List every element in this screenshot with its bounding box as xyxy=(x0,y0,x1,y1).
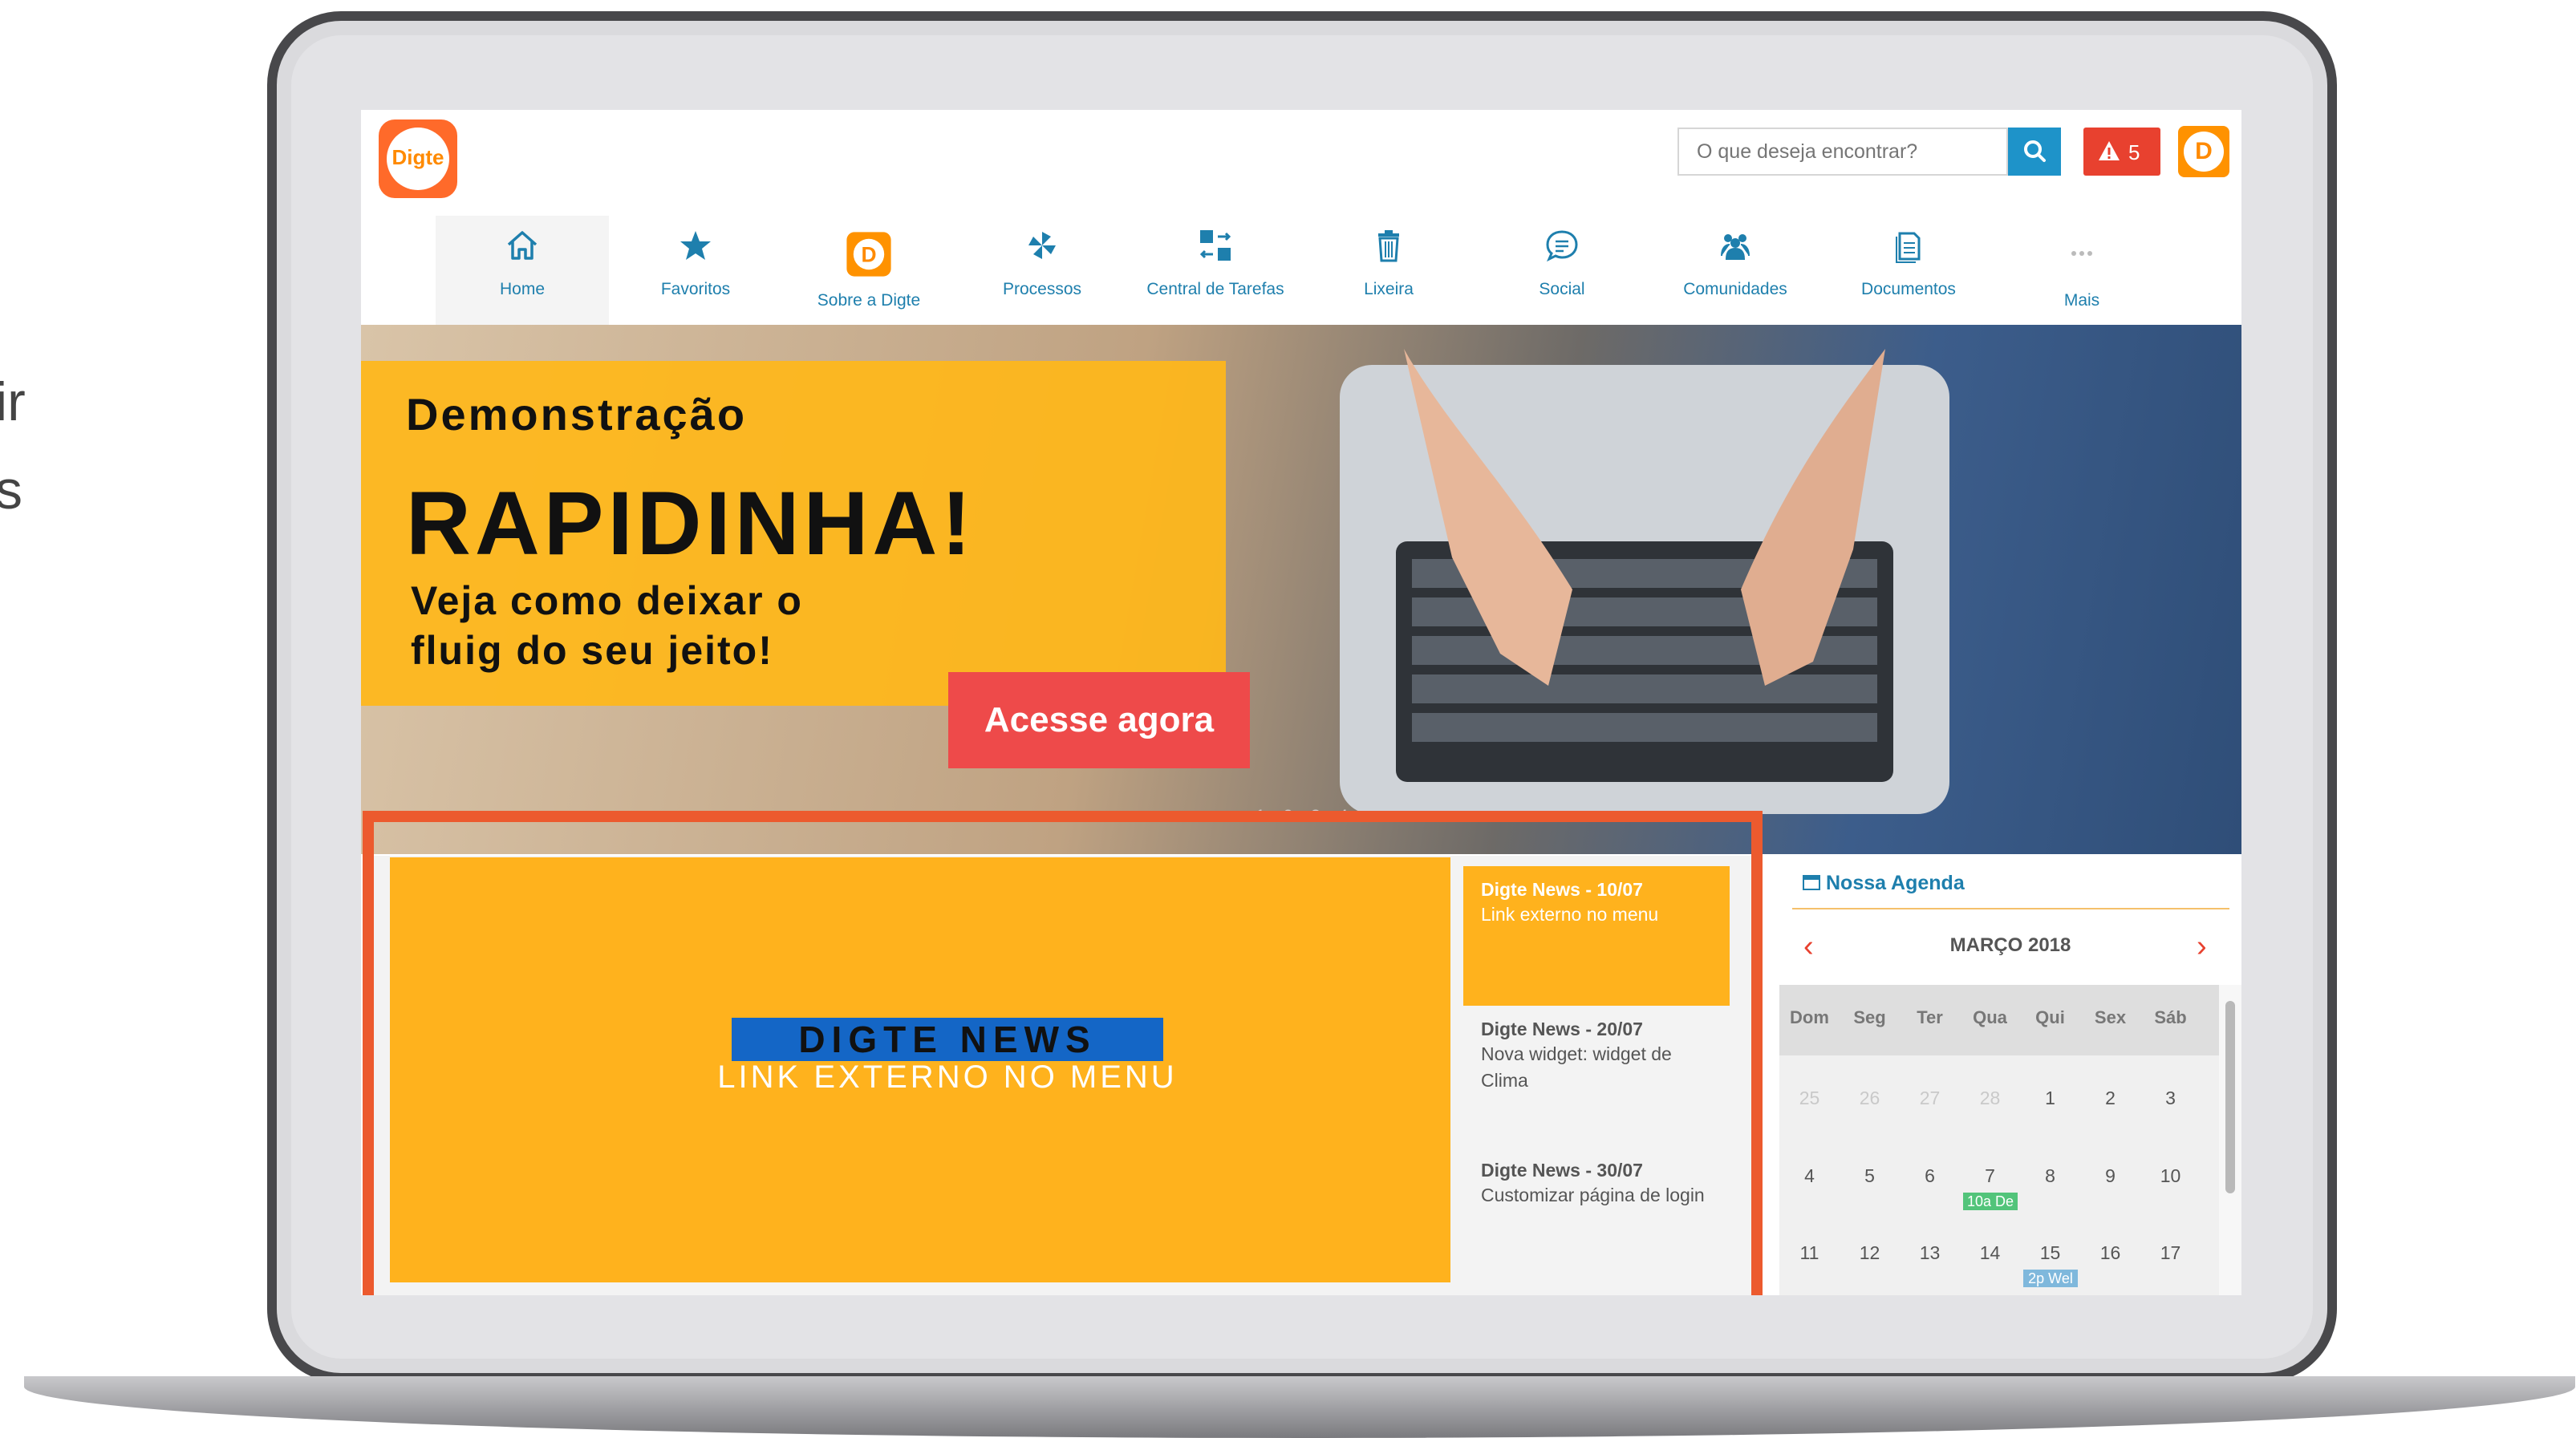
agenda-header: Nossa Agenda xyxy=(1802,872,1965,895)
calendar-day[interactable]: 6 xyxy=(1900,1165,1960,1187)
calendar-day[interactable]: 3 xyxy=(2140,1088,2201,1109)
search-input[interactable] xyxy=(1679,129,2006,174)
more-icon xyxy=(2071,251,2092,256)
nav-label-comunidades: Comunidades xyxy=(1683,280,1787,298)
calendar-day[interactable]: 17 xyxy=(2140,1242,2201,1264)
banner-kicker: Demonstração xyxy=(406,389,748,440)
calendar-day[interactable]: 9 xyxy=(2080,1165,2140,1187)
banner-line-2: fluig do seu jeito! xyxy=(411,628,773,673)
calendar-day[interactable]: 8 xyxy=(2020,1165,2080,1187)
calendar-day[interactable]: 7 xyxy=(1960,1165,2020,1187)
nav-item-lixeira[interactable]: Lixeira xyxy=(1302,216,1475,328)
search-box xyxy=(1677,128,2008,176)
weekday-label: Ter xyxy=(1917,1007,1943,1027)
calendar-day[interactable]: 2 xyxy=(2080,1088,2140,1109)
calendar-day[interactable]: 11 xyxy=(1779,1242,1840,1264)
side-text-fragment-2: s xyxy=(0,460,22,521)
nav-item-home[interactable]: Home xyxy=(436,216,609,328)
calendar-day[interactable]: 28 xyxy=(1960,1088,2020,1109)
chevron-left-icon[interactable]: ‹ xyxy=(1803,930,1814,964)
calendar-day[interactable]: 25 xyxy=(1779,1088,1840,1109)
calendar-weekday-row: Dom Seg Ter Qua Qui Sex Sáb xyxy=(1779,985,2219,1055)
calendar-scrollbar[interactable] xyxy=(2219,985,2241,1295)
search-icon xyxy=(2024,140,2046,162)
scrollbar-thumb[interactable] xyxy=(2225,1001,2235,1193)
digte-logo-icon: D xyxy=(846,232,891,277)
highlight-frame xyxy=(363,811,1763,1295)
main-navigation: Home Favoritos D Sobre a Digte Processos… xyxy=(436,216,2176,328)
calendar-icon xyxy=(1803,875,1820,890)
agenda-divider xyxy=(1792,908,2229,909)
agenda-widget: Nossa Agenda MARÇO 2018 ‹ › Dom Seg Ter … xyxy=(1779,856,2241,1295)
nav-label-processos: Processos xyxy=(1002,280,1082,298)
nav-item-sobre[interactable]: D Sobre a Digte xyxy=(782,216,955,328)
chevron-right-icon[interactable]: › xyxy=(2197,930,2207,964)
processes-icon xyxy=(1028,232,1056,259)
calendar-day[interactable]: 15 xyxy=(2020,1242,2080,1264)
alert-count: 5 xyxy=(2128,140,2140,164)
weekday-label: Qui xyxy=(2035,1007,2065,1027)
nav-label-sobre: Sobre a Digte xyxy=(817,291,921,310)
nav-label-favoritos: Favoritos xyxy=(660,280,731,298)
nav-label-mais: Mais xyxy=(2063,291,2100,310)
alerts-button[interactable]: 5 xyxy=(2083,128,2160,176)
calendar-day[interactable]: 13 xyxy=(1900,1242,1960,1264)
banner-cta-button[interactable]: Acesse agora xyxy=(948,672,1250,768)
hero-banner[interactable]: Demonstração RAPIDINHA! Veja como deixar… xyxy=(361,325,2241,854)
banner-line-1: Veja como deixar o xyxy=(411,578,803,623)
weekday-label: Sex xyxy=(2094,1007,2127,1027)
chat-icon xyxy=(1546,230,1578,262)
digte-logo[interactable]: Digte xyxy=(379,119,457,198)
calendar-day[interactable]: 10 xyxy=(2140,1165,2201,1187)
trash-icon xyxy=(1378,230,1399,262)
nav-item-social[interactable]: Social xyxy=(1475,216,1649,328)
user-avatar[interactable]: D xyxy=(2178,126,2229,177)
community-icon xyxy=(1721,234,1750,260)
calendar-day[interactable]: 16 xyxy=(2080,1242,2140,1264)
calendar-event[interactable]: 10a De xyxy=(1963,1193,2018,1210)
calendar-day[interactable]: 1 xyxy=(2020,1088,2080,1109)
laptop-photo xyxy=(1340,349,1949,814)
portal-screen: Digte 5 D xyxy=(361,110,2241,1295)
tasks-icon xyxy=(1199,230,1231,261)
nav-item-comunidades[interactable]: Comunidades xyxy=(1649,216,1822,328)
nav-item-documentos[interactable]: Documentos xyxy=(1822,216,1995,328)
calendar-day[interactable]: 5 xyxy=(1840,1165,1900,1187)
laptop-base xyxy=(24,1376,2575,1438)
weekday-label: Dom xyxy=(1790,1007,1829,1027)
calendar-event[interactable]: 2p Wel xyxy=(2023,1270,2078,1287)
calendar-day[interactable]: 14 xyxy=(1960,1242,2020,1264)
star-icon xyxy=(680,231,711,260)
side-text-fragment-1: ir xyxy=(0,371,26,432)
calendar-grid: Dom Seg Ter Qua Qui Sex Sáb 25 26 27 28 … xyxy=(1779,985,2219,1295)
nav-label-documentos: Documentos xyxy=(1861,280,1956,298)
weekday-label: Seg xyxy=(1853,1007,1886,1027)
home-icon xyxy=(507,231,538,260)
weekday-label: Qua xyxy=(1973,1007,2007,1027)
documents-icon xyxy=(1896,232,1921,263)
nav-label-central-tarefas: Central de Tarefas xyxy=(1146,280,1284,298)
calendar-month: MARÇO 2018 xyxy=(1949,934,2071,956)
nav-item-favoritos[interactable]: Favoritos xyxy=(609,216,782,328)
calendar-day[interactable]: 27 xyxy=(1900,1088,1960,1109)
nav-label-home: Home xyxy=(499,280,546,298)
warning-icon xyxy=(2099,141,2120,160)
calendar-day[interactable]: 26 xyxy=(1840,1088,1900,1109)
avatar-letter: D xyxy=(2184,132,2224,172)
nav-item-mais[interactable]: Mais xyxy=(1995,216,2168,328)
presentation-slide: ir s Digte 5 D xyxy=(0,0,2576,1438)
banner-title: RAPIDINHA! xyxy=(406,473,976,573)
nav-item-processos[interactable]: Processos xyxy=(955,216,1129,328)
logo-text: Digte xyxy=(391,145,444,169)
calendar-day[interactable]: 12 xyxy=(1840,1242,1900,1264)
nav-item-central-tarefas[interactable]: Central de Tarefas xyxy=(1129,216,1302,328)
svg-text:D: D xyxy=(861,243,876,267)
calendar-day[interactable]: 4 xyxy=(1779,1165,1840,1187)
nav-label-social: Social xyxy=(1539,280,1585,298)
nav-label-lixeira: Lixeira xyxy=(1364,280,1414,298)
weekday-label: Sáb xyxy=(2154,1007,2187,1027)
search-button[interactable] xyxy=(2008,128,2061,176)
agenda-title: Nossa Agenda xyxy=(1826,872,1965,894)
